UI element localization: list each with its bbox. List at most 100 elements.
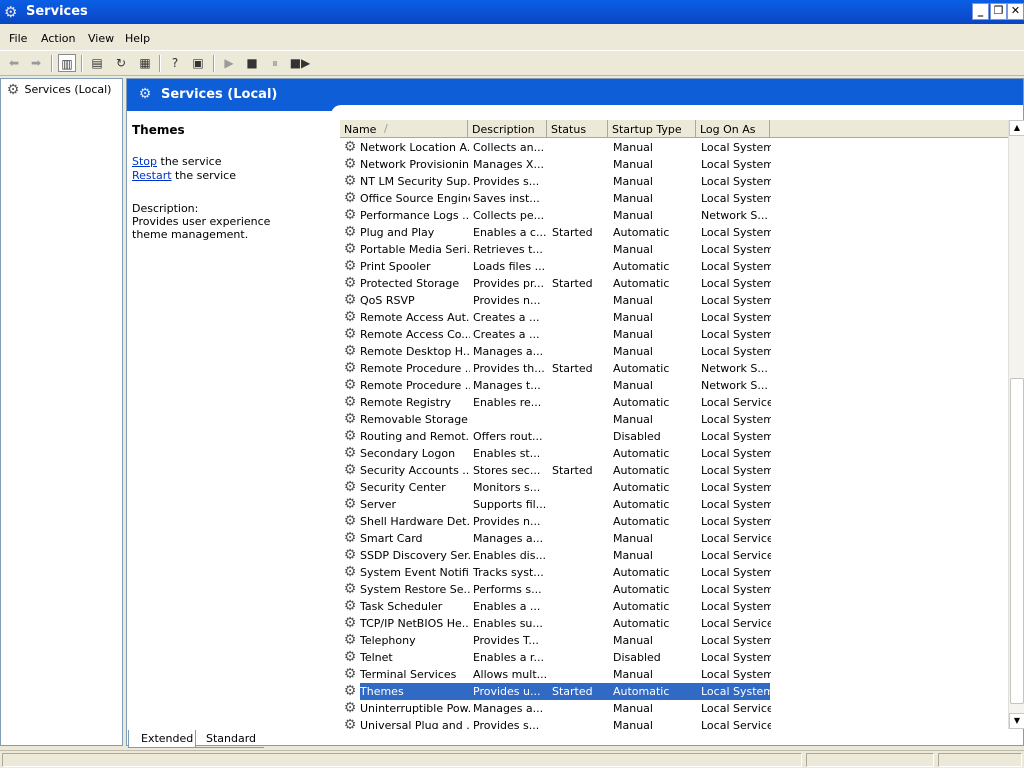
table-row[interactable]: ⚙ Remote Procedure ... Provides th... Start… (340, 360, 980, 377)
column-header-name[interactable]: Name / (340, 120, 468, 138)
minimize-button[interactable]: _ (972, 3, 989, 20)
scroll-down-icon[interactable]: ▼ (1009, 713, 1024, 729)
table-row[interactable]: ⚙ Remote Procedure ... Manages t... Manual N… (340, 377, 980, 394)
cell-startup: Manual (613, 634, 653, 647)
column-header-status[interactable]: Status (547, 120, 608, 138)
tab-extended[interactable]: Extended (128, 730, 196, 748)
menu-action[interactable]: Action (41, 32, 75, 45)
restore-button[interactable]: ❐ (990, 3, 1007, 20)
show-hide-action-pane-button[interactable]: ▣ (189, 54, 207, 72)
service-gear-icon: ⚙ (343, 615, 357, 631)
service-gear-icon: ⚙ (343, 343, 357, 359)
table-row[interactable]: ⚙ QoS RSVP Provides n... Manual Local System (340, 292, 980, 309)
extended-description: Themes Stop the service Restart the serv… (132, 123, 332, 241)
table-row[interactable]: ⚙ System Restore Se... Performs s... Automa… (340, 581, 980, 598)
cell-status: Started (552, 464, 593, 477)
forward-button[interactable]: ➡ (27, 54, 45, 72)
cell-logon: Local System (701, 277, 771, 290)
table-row[interactable]: ⚙ Task Scheduler Enables a ... Automatic Loc… (340, 598, 980, 615)
table-row[interactable]: ⚙ Security Accounts ... Stores sec... Start… (340, 462, 980, 479)
table-row[interactable]: ⚙ Terminal Services Allows mult... Manual Lo… (340, 666, 980, 683)
menu-view[interactable]: View (88, 32, 114, 45)
table-row[interactable]: ⚙ Plug and Play Enables a c... Started Autom… (340, 224, 980, 241)
cell-name: Network Provisionin... (360, 158, 470, 171)
table-row[interactable]: ⚙ Remote Desktop H... Manages a... Manual Lo… (340, 343, 980, 360)
table-row[interactable]: ⚙ Telnet Enables a r... Disabled Local Syste… (340, 649, 980, 666)
scroll-thumb[interactable] (1010, 378, 1024, 704)
column-header-startup-type[interactable]: Startup Type (608, 120, 696, 138)
table-row[interactable]: ⚙ Smart Card Manages a... Manual Local Servi… (340, 530, 980, 547)
stop-service-button[interactable]: ■ (243, 54, 261, 72)
table-row[interactable]: ⚙ Office Source Engine Saves inst... Manual… (340, 190, 980, 207)
tree-node-services-local[interactable]: ⚙ Services (Local) (5, 82, 112, 98)
stop-suffix: the service (157, 155, 222, 168)
service-gear-icon: ⚙ (343, 411, 357, 427)
table-row[interactable]: ⚙ Removable Storage Manual Local System (340, 411, 980, 428)
restart-service-link[interactable]: Restart (132, 169, 172, 182)
gear-icon: ⚙ (138, 86, 152, 102)
cell-description: Monitors s... (473, 481, 541, 494)
stop-service-link[interactable]: Stop (132, 155, 157, 168)
table-row[interactable]: ⚙ Portable Media Seri... Retrieves t... Man… (340, 241, 980, 258)
table-row[interactable]: ⚙ Print Spooler Loads files ... Automatic Lo… (340, 258, 980, 275)
cell-logon: Local System (701, 192, 771, 205)
cell-description: Provides th... (473, 362, 545, 375)
cell-description: Performs s... (473, 583, 542, 596)
service-gear-icon: ⚙ (343, 564, 357, 580)
refresh-button[interactable]: ↻ (112, 54, 130, 72)
cell-description: Manages X... (473, 158, 544, 171)
cell-description: Provides n... (473, 515, 541, 528)
table-row[interactable]: ⚙ Shell Hardware Det... Provides n... Autom… (340, 513, 980, 530)
table-row[interactable]: ⚙ Themes Provides u... Started Automatic Loca… (340, 683, 980, 700)
service-gear-icon: ⚙ (343, 275, 357, 291)
table-row[interactable]: ⚙ Performance Logs ... Collects pe... Manua… (340, 207, 980, 224)
pause-service-button[interactable]: ⏸ (266, 54, 284, 72)
vertical-scrollbar[interactable]: ▲ ▼ (1008, 120, 1024, 729)
cell-startup: Automatic (613, 362, 670, 375)
cell-startup: Disabled (613, 430, 661, 443)
cell-startup: Manual (613, 209, 653, 222)
table-row[interactable]: ⚙ TCP/IP NetBIOS He... Enables su... Automa… (340, 615, 980, 632)
table-row[interactable]: ⚙ Network Provisionin... Manages X... Manua… (340, 156, 980, 173)
column-header-description[interactable]: Description (468, 120, 547, 138)
service-gear-icon: ⚙ (343, 649, 357, 665)
show-hide-tree-button[interactable]: ▥ (58, 54, 76, 72)
table-row[interactable]: ⚙ Secondary Logon Enables st... Automatic Lo… (340, 445, 980, 462)
back-button[interactable]: ⬅ (5, 54, 23, 72)
tab-standard[interactable]: Standard (194, 730, 264, 748)
cell-startup: Manual (613, 345, 653, 358)
start-service-button[interactable]: ▶ (220, 54, 238, 72)
table-row[interactable]: ⚙ Network Location A... Collects an... Manu… (340, 139, 980, 156)
help-button[interactable]: ? (166, 54, 184, 72)
table-row[interactable]: ⚙ NT LM Security Sup... Provides s... Manua… (340, 173, 980, 190)
cell-logon: Network S... (701, 362, 768, 375)
cell-logon: Local System (701, 345, 771, 358)
cell-name: Office Source Engine (360, 192, 470, 205)
cell-status: Started (552, 226, 593, 239)
table-row[interactable]: ⚙ SSDP Discovery Ser... Enables dis... Manu… (340, 547, 980, 564)
cell-name: Secondary Logon (360, 447, 456, 460)
table-row[interactable]: ⚙ Routing and Remot... Offers rout... Disab… (340, 428, 980, 445)
table-row[interactable]: ⚙ Remote Registry Enables re... Automatic Lo… (340, 394, 980, 411)
table-row[interactable]: ⚙ Server Supports fil... Automatic Local Sys… (340, 496, 980, 513)
close-button[interactable]: ✕ (1007, 3, 1024, 20)
table-row[interactable]: ⚙ Remote Access Aut... Creates a ... Manual… (340, 309, 980, 326)
service-gear-icon: ⚙ (343, 326, 357, 342)
properties-button[interactable]: ▤ (88, 54, 106, 72)
scroll-up-icon[interactable]: ▲ (1009, 120, 1024, 136)
column-header-log-on-as[interactable]: Log On As (696, 120, 770, 138)
table-row[interactable]: ⚙ Uninterruptible Pow... Manages a... Manua… (340, 700, 980, 717)
cell-logon: Local Service (701, 396, 771, 409)
export-list-button[interactable]: ▦ (136, 54, 154, 72)
table-row[interactable]: ⚙ Universal Plug and ... Provides s... Manu… (340, 717, 980, 729)
menu-help[interactable]: Help (125, 32, 150, 45)
table-row[interactable]: ⚙ Telephony Provides T... Manual Local Syste… (340, 632, 980, 649)
table-row[interactable]: ⚙ Security Center Monitors s... Automatic Lo… (340, 479, 980, 496)
cell-logon: Local System (701, 413, 771, 426)
menu-file[interactable]: File (9, 32, 27, 45)
table-row[interactable]: ⚙ Protected Storage Provides pr... Started A… (340, 275, 980, 292)
restart-service-button[interactable]: ■▶ (289, 54, 311, 72)
table-row[interactable]: ⚙ Remote Access Co... Creates a ... Manual L… (340, 326, 980, 343)
cell-description: Manages a... (473, 702, 544, 715)
table-row[interactable]: ⚙ System Event Notifi... Tracks syst... Aut… (340, 564, 980, 581)
